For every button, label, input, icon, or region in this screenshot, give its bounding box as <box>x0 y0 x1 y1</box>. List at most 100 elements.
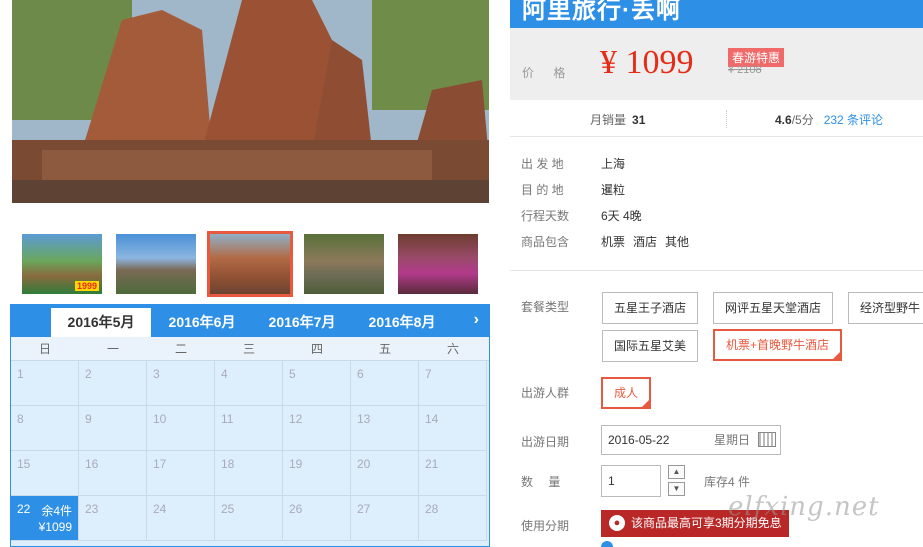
calendar-day[interactable]: 25 <box>215 496 283 541</box>
calendar-day[interactable]: 10 <box>147 406 215 451</box>
calendar-day-number: 10 <box>153 412 167 426</box>
price-box: 价 格 ¥ 1099 春游特惠 ¥ 2108 <box>510 28 923 100</box>
package-option-1[interactable]: 五星王子酒店 <box>602 292 699 324</box>
tab-2016-05[interactable]: 2016年5月 <box>51 308 151 337</box>
calendar-day[interactable]: 17 <box>147 451 215 496</box>
calendar-day[interactable]: 26 <box>283 496 351 541</box>
calendar-day-number: 22 <box>17 502 31 516</box>
quantity-decrease-icon[interactable]: ▼ <box>668 482 685 496</box>
traveler-option-adult[interactable]: 成人 <box>601 377 652 409</box>
calendar-day[interactable]: 13 <box>351 406 419 451</box>
calendar-day-number: 8 <box>17 412 24 426</box>
thumbnail-3[interactable] <box>207 231 293 297</box>
info-row-destination: 目 的 地 暹粒 <box>510 176 923 202</box>
quantity-input[interactable]: 1 <box>601 465 661 497</box>
calendar-day[interactable]: 28 <box>419 496 487 541</box>
rating-value: 4.6 <box>775 113 792 127</box>
calendar-day[interactable]: 12 <box>283 406 351 451</box>
thumbnail-4[interactable] <box>304 234 384 294</box>
info-label: 目 的 地 <box>521 182 564 197</box>
include-item: 其他 <box>665 234 690 249</box>
info-row-includes: 商品包含 机票 酒店 其他 <box>510 228 923 254</box>
travel-date-label: 出游日期 <box>521 435 570 449</box>
calendar-week-row: 1 2 3 4 5 6 7 <box>11 361 489 406</box>
original-price: ¥ 2108 <box>728 64 762 76</box>
tab-2016-07[interactable]: 2016年7月 <box>252 308 352 337</box>
trip-info: 出 发 地 上海 目 的 地 暹粒 行程天数 6天 4晚 商品包含 机票 酒店 其他 <box>510 150 923 254</box>
stats-divider <box>726 110 727 128</box>
price-label: 价 格 <box>522 66 574 80</box>
calendar-day-number: 18 <box>221 457 235 471</box>
info-value: 暹粒 <box>601 182 626 197</box>
calendar-day[interactable]: 15 <box>11 451 79 496</box>
calendar-day[interactable]: 23 <box>79 496 147 541</box>
product-title-bar: 阿里旅行·丢啊 <box>510 0 923 28</box>
calendar-day-number: 7 <box>425 367 432 381</box>
calendar-day[interactable]: 21 <box>419 451 487 496</box>
calendar-icon[interactable] <box>758 432 776 447</box>
info-dot-icon <box>601 541 613 547</box>
calendar-day[interactable]: 4 <box>215 361 283 406</box>
calendar-day[interactable]: 19 <box>283 451 351 496</box>
calendar-day-number: 25 <box>221 502 235 516</box>
calendar-day[interactable]: 20 <box>351 451 419 496</box>
package-option-5-selected[interactable]: 机票+首晚野牛酒店 <box>713 329 843 361</box>
calendar-day-number: 13 <box>357 412 371 426</box>
calendar-day[interactable]: 14 <box>419 406 487 451</box>
calendar-day[interactable]: 2 <box>79 361 147 406</box>
thumbnail-2[interactable] <box>116 234 196 294</box>
package-type-label: 套餐类型 <box>521 300 570 314</box>
weekday-label: 日 <box>38 342 51 356</box>
weekday-label: 一 <box>106 342 119 356</box>
tab-2016-06[interactable]: 2016年6月 <box>152 308 252 337</box>
thumbnail-5[interactable] <box>398 234 478 294</box>
calendar-day-number: 1 <box>17 367 24 381</box>
include-item: 酒店 <box>633 234 658 249</box>
sales-value: 31 <box>632 113 646 127</box>
travel-date-field[interactable]: 2016-05-22 星期日 <box>601 425 781 455</box>
chevron-right-icon[interactable]: › <box>474 311 479 329</box>
quantity-increase-icon[interactable]: ▲ <box>668 465 685 479</box>
calendar-day[interactable]: 24 <box>147 496 215 541</box>
calendar-day[interactable]: 16 <box>79 451 147 496</box>
package-option-4[interactable]: 国际五星艾美 <box>602 330 699 362</box>
weekday-label: 五 <box>378 342 391 356</box>
info-value: 机票 酒店 其他 <box>601 233 697 250</box>
calendar-day-number: 27 <box>357 502 371 516</box>
calendar-day-number: 2 <box>85 367 92 381</box>
calendar-day-number: 24 <box>153 502 167 516</box>
calendar-day-number: 14 <box>425 412 439 426</box>
calendar-day-number: 28 <box>425 502 439 516</box>
calendar-day[interactable]: 7 <box>419 361 487 406</box>
travel-date-value: 2016-05-22 <box>608 433 670 447</box>
product-title: 阿里旅行·丢啊 <box>522 0 681 24</box>
reviews-link[interactable]: 232 条评论 <box>824 113 883 127</box>
rating: 4.6/5分 232 条评论 <box>775 111 883 128</box>
calendar-day[interactable]: 1 <box>11 361 79 406</box>
calendar-day[interactable]: 8 <box>11 406 79 451</box>
calendar-day[interactable]: 3 <box>147 361 215 406</box>
thumbnail-strip: 1999 <box>12 224 489 300</box>
monthly-sales: 月销量 31 <box>590 111 645 128</box>
calendar-day-selected[interactable]: 22 余4件 ¥1099 <box>11 496 79 541</box>
info-value: 上海 <box>601 156 626 171</box>
weekday-label: 四 <box>310 342 323 356</box>
calendar-day-number: 17 <box>153 457 167 471</box>
main-product-photo <box>12 0 489 203</box>
calendar-weekdays: 日 一 二 三 四 五 六 <box>11 337 489 361</box>
package-option-3[interactable]: 经济型野牛 <box>848 292 923 324</box>
calendar-day[interactable]: 18 <box>215 451 283 496</box>
calendar-day[interactable]: 5 <box>283 361 351 406</box>
tab-2016-08[interactable]: 2016年8月 <box>352 308 452 337</box>
package-option-2[interactable]: 网评五星天堂酒店 <box>713 292 834 324</box>
calendar-day[interactable]: 11 <box>215 406 283 451</box>
calendar-day-stock: 余4件 <box>41 504 72 518</box>
calendar-day[interactable]: 9 <box>79 406 147 451</box>
stock-text: 库存4 件 <box>704 475 751 489</box>
traveler-type-label: 出游人群 <box>521 386 570 400</box>
calendar-day[interactable]: 6 <box>351 361 419 406</box>
thumbnail-1[interactable]: 1999 <box>22 234 102 294</box>
installment-icon: ● <box>609 515 625 531</box>
calendar-day[interactable]: 27 <box>351 496 419 541</box>
calendar-day-number: 6 <box>357 367 364 381</box>
